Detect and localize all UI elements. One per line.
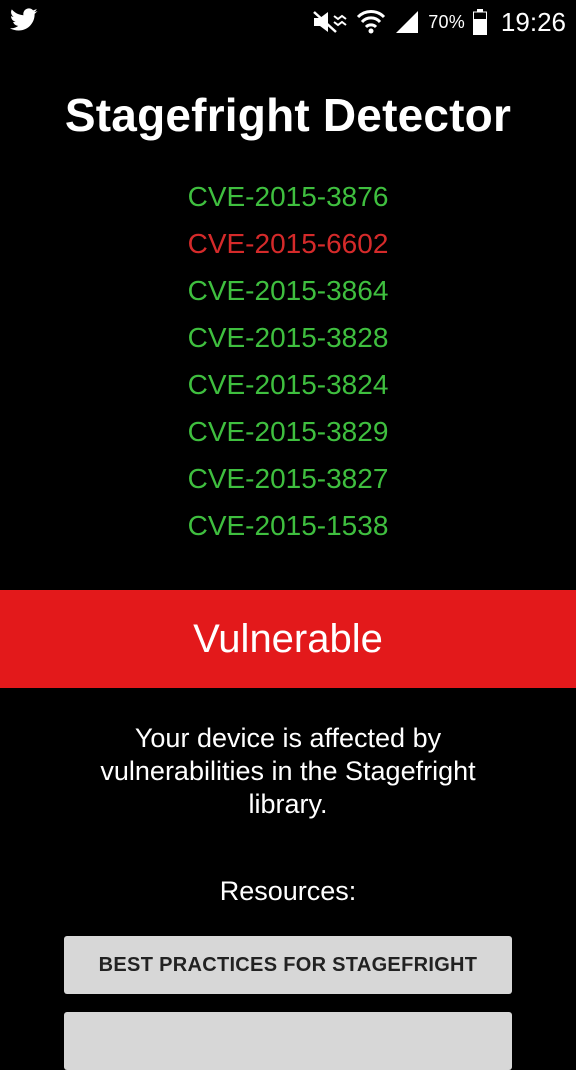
- battery-icon: [472, 9, 487, 35]
- result-banner: Vulnerable: [0, 590, 576, 688]
- app-title: Stagefright Detector: [64, 89, 512, 141]
- cve-item: CVE-2015-6602: [187, 228, 389, 259]
- mute-icon: [312, 10, 348, 34]
- wifi-icon: [356, 9, 386, 35]
- cve-list: CVE-2015-3876 CVE-2015-6602 CVE-2015-386…: [0, 173, 576, 549]
- resource-button-2[interactable]: [64, 1012, 512, 1070]
- best-practices-button[interactable]: BEST PRACTICES FOR STAGEFRIGHT: [64, 936, 512, 994]
- result-description: Your device is affected by vulnerabiliti…: [100, 723, 476, 819]
- cve-item: CVE-2015-3828: [187, 322, 389, 353]
- status-clock: 19:26: [500, 6, 566, 37]
- cve-item: CVE-2015-3824: [187, 369, 389, 400]
- cve-item: CVE-2015-3876: [187, 181, 389, 212]
- twitter-bird-icon: [9, 8, 40, 36]
- status-bar: 70% 19:26: [0, 0, 576, 44]
- cve-item: CVE-2015-3829: [187, 416, 389, 447]
- resources-heading: Resources:: [219, 876, 357, 906]
- cve-item: CVE-2015-3864: [187, 275, 389, 306]
- battery-percentage: 70%: [428, 11, 465, 32]
- cve-item: CVE-2015-1538: [187, 510, 389, 541]
- signal-icon: [394, 9, 420, 35]
- result-label: Vulnerable: [193, 616, 383, 661]
- cve-item: CVE-2015-3827: [187, 463, 389, 494]
